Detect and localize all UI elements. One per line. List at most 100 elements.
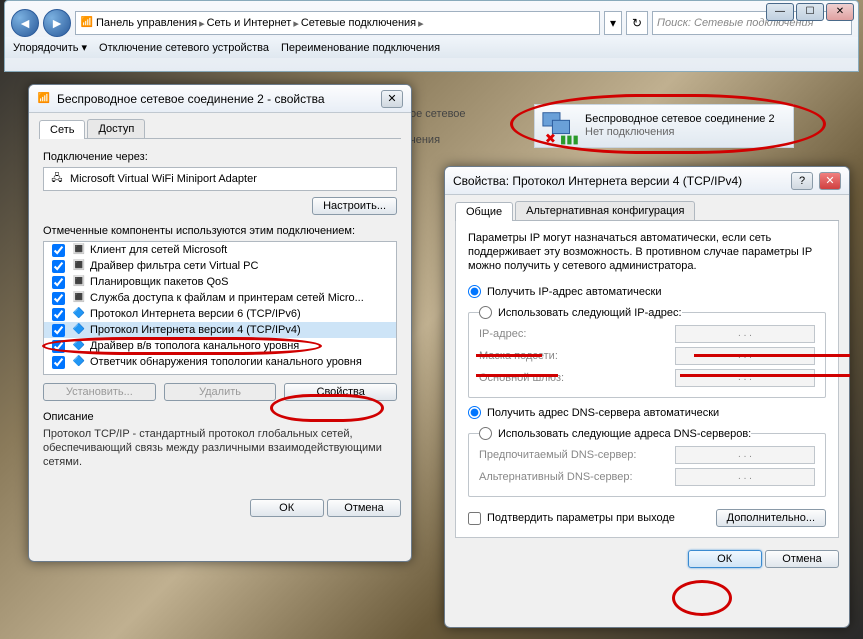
components-label: Отмеченные компоненты используются этим …	[43, 221, 397, 241]
confirm-exit-label: Подтвердить параметры при выходе	[487, 512, 675, 524]
gateway-label: Основной шлюз:	[479, 372, 669, 384]
use-ip-radio[interactable]	[479, 306, 492, 319]
service-icon: 🔳	[72, 291, 86, 305]
connect-via-label: Подключение через:	[43, 147, 397, 167]
ip-address-input: . . .	[675, 325, 815, 343]
properties-button[interactable]: Свойства	[284, 383, 397, 401]
list-item[interactable]: Ответчик обнаружения топологии канальног…	[90, 356, 362, 368]
window-maximize-button[interactable]: ☐	[796, 3, 824, 21]
mask-label: Маска подсети:	[479, 350, 669, 362]
crumb-3[interactable]: Сетевые подключения	[301, 17, 416, 29]
protocol-icon: 🔷	[72, 323, 86, 337]
pref-dns-input: . . .	[675, 446, 815, 464]
help-button[interactable]: ?	[791, 172, 813, 190]
ip-address-label: IP-адрес:	[479, 328, 669, 340]
intro-text: Параметры IP могут назначаться автоматич…	[468, 231, 826, 273]
refresh-icon[interactable]: ↻	[626, 11, 648, 35]
alt-dns-label: Альтернативный DNS-сервер:	[479, 471, 669, 483]
window-minimize-button[interactable]: —	[766, 3, 794, 21]
list-item[interactable]: Протокол Интернета версии 4 (TCP/IPv4)	[90, 324, 301, 336]
chevron-icon: ▸	[199, 17, 205, 30]
component-checkbox[interactable]	[52, 324, 65, 337]
adapter-name: Microsoft Virtual WiFi Miniport Adapter	[70, 173, 257, 185]
chevron-icon: ▸	[418, 17, 424, 30]
use-ip-label: Использовать следующий IP-адрес:	[498, 307, 682, 319]
adapter-box: 🖧 Microsoft Virtual WiFi Miniport Adapte…	[43, 167, 397, 191]
tab-access[interactable]: Доступ	[87, 119, 145, 138]
list-item[interactable]: Служба доступа к файлам и принтерам сете…	[90, 292, 364, 304]
list-item[interactable]: Протокол Интернета версии 6 (TCP/IPv6)	[90, 308, 301, 320]
gateway-input: . . .	[675, 369, 815, 387]
connection-status: Нет подключения	[585, 126, 775, 139]
tab-network[interactable]: Сеть	[39, 120, 85, 139]
component-checkbox[interactable]	[52, 260, 65, 273]
protocol-icon: 🔷	[72, 339, 86, 353]
list-item[interactable]: Драйвер фильтра сети Virtual PC	[90, 260, 258, 272]
protocol-icon: 🔷	[72, 355, 86, 369]
ok-button[interactable]: ОК	[688, 550, 762, 568]
protocol-icon: 🔷	[72, 307, 86, 321]
configure-button[interactable]: Настроить...	[312, 197, 397, 215]
close-button[interactable]: ✕	[819, 172, 841, 190]
back-button[interactable]: ◄	[11, 9, 39, 37]
component-checkbox[interactable]	[52, 276, 65, 289]
component-checkbox[interactable]	[52, 292, 65, 305]
explorer-toolbar: Упорядочить ▾ Отключение сетевого устрой…	[5, 37, 858, 58]
bg-connection-partial: ое сетевое чения	[410, 108, 466, 146]
close-button[interactable]: ✕	[381, 90, 403, 108]
ok-button[interactable]: ОК	[250, 499, 324, 517]
auto-ip-label: Получить IP-адрес автоматически	[487, 286, 661, 298]
list-item[interactable]: Клиент для сетей Microsoft	[90, 244, 227, 256]
component-checkbox[interactable]	[52, 308, 65, 321]
components-list[interactable]: 🔳 Клиент для сетей Microsoft 🔳 Драйвер фил…	[43, 241, 397, 375]
chevron-icon: ▸	[293, 17, 299, 30]
use-dns-radio[interactable]	[479, 427, 492, 440]
toolbar-disable[interactable]: Отключение сетевого устройства	[99, 42, 269, 54]
confirm-exit-checkbox[interactable]	[468, 512, 481, 525]
cancel-button[interactable]: Отмена	[327, 499, 401, 517]
alt-dns-input: . . .	[675, 468, 815, 486]
dialog-title: Свойства: Протокол Интернета версии 4 (T…	[453, 174, 742, 188]
network-icon: 📶	[80, 16, 94, 30]
pref-dns-label: Предпочитаемый DNS-сервер:	[479, 449, 669, 461]
adapter-icon: 🖧	[50, 172, 64, 186]
description-heading: Описание	[43, 409, 397, 427]
auto-ip-radio[interactable]	[468, 285, 481, 298]
svg-text:▮▮▮: ▮▮▮	[560, 134, 579, 145]
dropdown-icon[interactable]: ▾	[604, 11, 622, 35]
dialog-title: Беспроводное сетевое соединение 2 - свой…	[57, 92, 325, 106]
crumb-2[interactable]: Сеть и Интернет	[207, 17, 292, 29]
component-checkbox[interactable]	[52, 356, 65, 369]
crumb-1[interactable]: Панель управления	[96, 17, 197, 29]
wireless-connection-card[interactable]: ✖ ▮▮▮ Беспроводное сетевое соединение 2 Н…	[534, 104, 794, 148]
toolbar-organize[interactable]: Упорядочить ▾	[13, 41, 87, 54]
explorer-window: — ☐ ✕ ◄ ► 📶 Панель управления ▸ Сеть и И…	[4, 0, 859, 72]
network-icon: 📶	[37, 92, 51, 106]
tab-general[interactable]: Общие	[455, 202, 513, 221]
service-icon: 🔳	[72, 243, 86, 257]
connection-properties-dialog: 📶 Беспроводное сетевое соединение 2 - св…	[28, 84, 412, 562]
list-item[interactable]: Драйвер в/в тополога канального уровня	[90, 340, 299, 352]
description-text: Протокол TCP/IP - стандартный протокол г…	[43, 427, 397, 469]
service-icon: 🔳	[72, 259, 86, 273]
forward-button[interactable]: ►	[43, 9, 71, 37]
remove-button[interactable]: Удалить	[164, 383, 277, 401]
advanced-button[interactable]: Дополнительно...	[716, 509, 826, 527]
toolbar-rename[interactable]: Переименование подключения	[281, 42, 440, 54]
component-checkbox[interactable]	[52, 244, 65, 257]
window-close-button[interactable]: ✕	[826, 3, 854, 21]
ipv4-properties-dialog: Свойства: Протокол Интернета версии 4 (T…	[444, 166, 850, 628]
tab-alternate[interactable]: Альтернативная конфигурация	[515, 201, 695, 220]
install-button[interactable]: Установить...	[43, 383, 156, 401]
connection-name: Беспроводное сетевое соединение 2	[585, 113, 775, 126]
service-icon: 🔳	[72, 275, 86, 289]
mask-input: . . .	[675, 347, 815, 365]
list-item[interactable]: Планировщик пакетов QoS	[90, 276, 229, 288]
component-checkbox[interactable]	[52, 340, 65, 353]
auto-dns-radio[interactable]	[468, 406, 481, 419]
breadcrumb[interactable]: 📶 Панель управления ▸ Сеть и Интернет ▸ …	[75, 11, 600, 35]
svg-text:✖: ✖	[545, 131, 556, 145]
auto-dns-label: Получить адрес DNS-сервера автоматически	[487, 407, 719, 419]
cancel-button[interactable]: Отмена	[765, 550, 839, 568]
use-dns-label: Использовать следующие адреса DNS-сервер…	[498, 428, 751, 440]
